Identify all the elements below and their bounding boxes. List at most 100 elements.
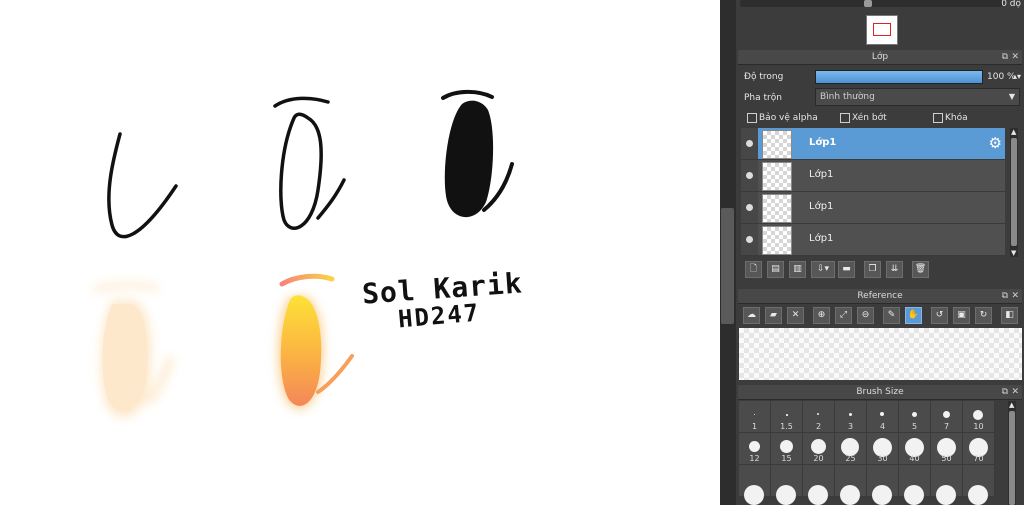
eye-brow-5 <box>279 273 335 287</box>
rotate-left-icon[interactable]: ↺ <box>931 307 948 324</box>
undock-icon[interactable]: ⧉ <box>1002 385 1008 399</box>
new-layer-1bit-button[interactable]: ▥ <box>789 261 806 278</box>
eyedropper-icon[interactable]: ✎ <box>883 307 900 324</box>
undock-icon[interactable]: ⧉ <box>1002 289 1008 303</box>
undock-icon[interactable]: ⧉ <box>1002 50 1008 64</box>
brush-size-label: 1.5 <box>780 422 793 431</box>
eye-lash-2 <box>316 178 346 220</box>
brush-size-scroll-thumb[interactable] <box>1009 411 1015 505</box>
clip-checkbox[interactable] <box>840 113 850 123</box>
brush-size-cell[interactable]: 30 <box>867 433 899 465</box>
blend-mode-select[interactable]: Bình thường ▼ <box>815 88 1020 106</box>
close-icon[interactable]: ✕ <box>1011 50 1019 64</box>
layer-row[interactable]: Lớp1 ⚙ <box>741 128 1005 160</box>
brush-size-cell[interactable]: 25 <box>835 433 867 465</box>
opacity-slider[interactable] <box>815 70 983 84</box>
layer-list-scrollbar[interactable]: ▲ ▼ <box>1010 128 1018 257</box>
reset-view-icon[interactable]: ▣ <box>953 307 970 324</box>
add-layer-menu-button[interactable]: ⇩▾ <box>811 261 835 278</box>
reference-panel-title: Reference <box>857 291 903 301</box>
brush-size-cell[interactable]: 7 <box>931 401 963 433</box>
brush-size-panel-title: Brush Size <box>856 387 904 397</box>
layer-thumbnail <box>762 226 792 255</box>
brush-size-cell[interactable]: 40 <box>899 433 931 465</box>
brush-size-cell[interactable] <box>835 465 867 505</box>
brush-size-cell[interactable]: 50 <box>931 433 963 465</box>
reference-image-area[interactable] <box>739 328 1022 380</box>
brush-size-label: 12 <box>749 454 760 463</box>
opacity-value: 100 % <box>987 72 1016 82</box>
brush-size-cell[interactable] <box>867 465 899 505</box>
brush-size-cell[interactable] <box>739 465 771 505</box>
merge-layer-button[interactable]: ⇊ <box>886 261 903 278</box>
close-icon[interactable]: ✕ <box>1011 385 1019 399</box>
lock-checkbox[interactable] <box>933 113 943 123</box>
brush-size-label: 1 <box>751 422 758 431</box>
rotation-value: 0 độ <box>1001 0 1021 9</box>
brush-size-cell[interactable]: 70 <box>963 433 995 465</box>
brush-size-cell[interactable] <box>771 465 803 505</box>
eye-fill-3 <box>444 100 494 218</box>
drawing-canvas[interactable]: Sol Karik HD247 <box>0 0 720 505</box>
reference-panel-header: Reference ⧉ ✕ <box>738 289 1022 304</box>
opacity-stepper-icon[interactable]: ▴▾ <box>1013 72 1021 81</box>
canvas-scroll-thumb[interactable] <box>721 208 734 324</box>
layer-thumbnail <box>762 194 792 223</box>
brush-size-cell[interactable]: 5 <box>899 401 931 433</box>
layer-row[interactable]: Lớp1 <box>741 160 1005 192</box>
layer-name: Lớp1 <box>809 233 834 244</box>
cloud-icon[interactable]: ☁ <box>743 307 760 324</box>
new-folder-button[interactable]: ▬ <box>838 261 855 278</box>
fit-icon[interactable]: ⤢ <box>835 307 852 324</box>
layer-list-scroll-thumb[interactable] <box>1011 138 1017 246</box>
brush-size-cell[interactable]: 3 <box>835 401 867 433</box>
flip-icon[interactable]: ◧ <box>1001 307 1018 324</box>
scroll-up-icon[interactable]: ▲ <box>1011 128 1016 136</box>
brush-size-cell[interactable]: 20 <box>803 433 835 465</box>
hand-icon[interactable]: ✋ <box>905 307 922 324</box>
brush-size-cell[interactable] <box>803 465 835 505</box>
blend-mode-value: Bình thường <box>820 92 875 102</box>
navigator-thumbnail[interactable] <box>866 15 898 45</box>
rotation-slider-thumb[interactable] <box>864 0 872 7</box>
scroll-down-icon[interactable]: ▼ <box>1011 249 1016 257</box>
brush-size-cell[interactable] <box>963 465 995 505</box>
close-reference-icon[interactable]: ✕ <box>787 307 804 324</box>
close-icon[interactable]: ✕ <box>1011 289 1019 303</box>
rotate-right-icon[interactable]: ↻ <box>975 307 992 324</box>
visibility-icon[interactable] <box>746 140 753 147</box>
brush-size-label: 30 <box>877 454 888 463</box>
brush-size-cell[interactable]: 1.5 <box>771 401 803 433</box>
eye-skin-4-core <box>102 304 148 412</box>
brush-size-label: 4 <box>879 422 886 431</box>
zoom-in-icon[interactable]: ⊕ <box>813 307 830 324</box>
protect-alpha-checkbox[interactable] <box>747 113 757 123</box>
brush-size-scrollbar[interactable]: ▲ <box>1008 401 1016 505</box>
layer-row[interactable]: Lớp1 <box>741 192 1005 224</box>
duplicate-layer-button[interactable]: ❐ <box>864 261 881 278</box>
navigator-viewport <box>873 23 891 36</box>
right-panel: 0 độ Lớp ⧉ ✕ Độ trong 100 % ▴▾ Pha trộn … <box>736 0 1024 505</box>
visibility-icon[interactable] <box>746 172 753 179</box>
brush-size-label: 50 <box>941 454 952 463</box>
scroll-up-icon[interactable]: ▲ <box>1009 401 1014 409</box>
brush-size-cell[interactable]: 12 <box>739 433 771 465</box>
brush-size-label: 7 <box>943 422 950 431</box>
brush-size-cell[interactable]: 10 <box>963 401 995 433</box>
brush-size-cell[interactable]: 15 <box>771 433 803 465</box>
brush-size-cell[interactable] <box>931 465 963 505</box>
layer-row[interactable]: Lớp1 <box>741 224 1005 256</box>
new-layer-8bit-button[interactable]: ▤ <box>767 261 784 278</box>
brush-size-cell[interactable]: 4 <box>867 401 899 433</box>
zoom-out-icon[interactable]: ⊖ <box>857 307 874 324</box>
visibility-icon[interactable] <box>746 204 753 211</box>
gear-icon[interactable]: ⚙ <box>989 134 1002 152</box>
brush-size-cell[interactable]: 1 <box>739 401 771 433</box>
brush-size-cell[interactable] <box>899 465 931 505</box>
blend-label: Pha trộn <box>744 93 782 103</box>
open-folder-icon[interactable]: ▰ <box>765 307 782 324</box>
new-layer-button[interactable]: 🗋 <box>745 261 762 278</box>
brush-size-cell[interactable]: 2 <box>803 401 835 433</box>
visibility-icon[interactable] <box>746 236 753 243</box>
delete-layer-button[interactable]: 🗑 <box>912 261 929 278</box>
